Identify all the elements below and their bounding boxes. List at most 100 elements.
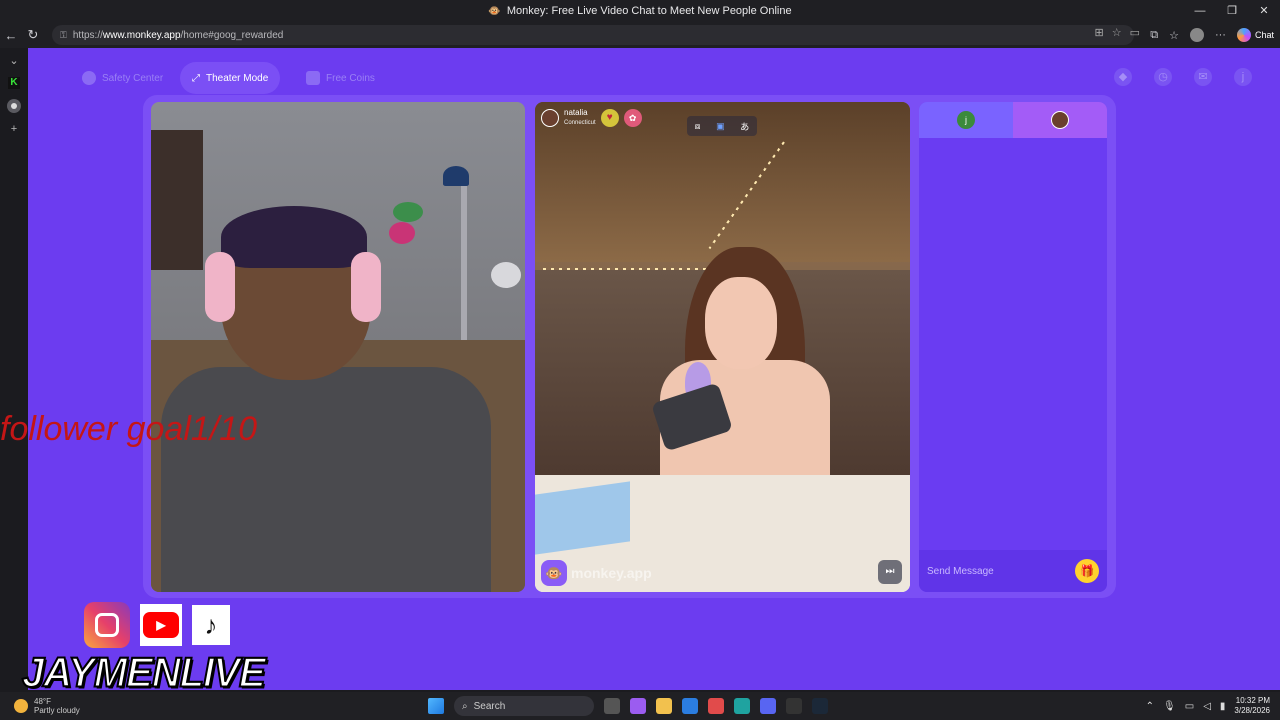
battery-icon[interactable]: ▮ [1220,701,1226,712]
weather-icon [14,699,28,713]
history-icon[interactable]: ◷ [1154,68,1172,86]
video-tools: ⧈ ▣ あ [687,116,757,136]
search-icon: ⌕ [462,700,468,712]
shield-icon [82,71,96,85]
translate-icon[interactable]: あ [740,120,749,133]
weather-desc: Partly cloudy [34,706,80,715]
message-input[interactable]: Send Message 🎁 [919,550,1107,592]
tab-indicator-icon[interactable] [7,99,21,113]
url-bar[interactable]: ⚿ https:// www.monkey.app /home#goog_rew… [52,25,1134,45]
clock-time: 10:32 PM [1235,696,1270,705]
weather-temp: 48°F [34,697,51,706]
copilot-app-icon[interactable] [630,698,646,714]
url-actions: ⊞ ☆ ▭ [1095,26,1141,39]
capture-app-icon[interactable] [708,698,724,714]
local-video [151,102,525,592]
theater-mode-button[interactable]: ⤢ Theater Mode [180,62,281,94]
camera-in-use-icon[interactable]: ▭ [1130,26,1140,39]
reload-icon[interactable]: ↻ [22,27,44,43]
profile-avatar[interactable] [1189,28,1204,42]
mail-app-icon[interactable] [682,698,698,714]
task-view-icon[interactable] [604,698,620,714]
minimize-icon[interactable]: — [1184,0,1216,22]
window-title: Monkey: Free Live Video Chat to Meet New… [506,5,792,17]
url-prefix: https:// [72,29,103,41]
site-info-icon[interactable]: ⚿ [60,30,67,41]
back-icon[interactable]: ← [0,28,22,43]
search-label: Search [473,700,506,712]
collapse-chevron-icon[interactable]: ⌄ [9,54,18,67]
safety-center-label: Safety Center [102,72,164,84]
remote-video: natalia Connecticut ♥ ✿ ⧈ ▣ あ 🐵 monkey.a… [535,102,910,592]
network-icon[interactable]: ▭ [1185,701,1194,712]
tab-match[interactable] [1013,102,1107,138]
free-coins-button[interactable]: Free Coins [294,62,387,94]
rose-gift-icon[interactable]: ✿ [623,109,642,127]
browser-toolbar: ⧉ ☆ ··· Chat [1150,22,1280,48]
restore-icon[interactable]: ❐ [1216,0,1248,22]
youtube-icon: ▶ [140,604,182,646]
match-name: natalia [564,108,588,117]
social-icons: ▶ ♪ [84,602,230,648]
window-titlebar: 🐵 Monkey: Free Live Video Chat to Meet N… [0,0,1280,22]
clock-date: 3/28/2026 [1234,706,1270,715]
streamer-name: JAYMENLIVE [21,649,267,697]
pip-icon[interactable]: ▣ [716,121,725,132]
messages-icon[interactable]: ✉ [1194,68,1212,86]
self-avatar: j [957,111,975,129]
match-tab-avatar [1051,111,1069,129]
brand-watermark: monkey.app [571,565,652,581]
favorite-star-icon[interactable]: ☆ [1112,26,1122,39]
taskbar: 48°F Partly cloudy ⌕ Search ⌃ 🎙 ▭ ◁ ▮ 10… [0,692,1280,720]
url-path: /home#goog_rewarded [180,29,284,41]
taskbar-center: ⌕ Search [428,696,828,716]
start-icon[interactable] [428,698,444,714]
monkey-logo-icon: 🐵 [541,560,567,586]
tab-self[interactable]: j [919,102,1013,138]
screenshot-icon[interactable]: ⧈ [695,121,701,132]
add-tab-icon[interactable]: + [11,123,17,135]
match-user-chip[interactable]: natalia Connecticut ♥ ✿ [541,108,642,128]
skip-next-button[interactable]: ⏭ [878,560,902,584]
kick-app-icon[interactable]: K [8,77,20,89]
message-placeholder: Send Message [927,565,994,577]
weather-widget[interactable]: 48°F Partly cloudy [14,697,80,715]
coins-icon [306,71,320,85]
copilot-chat-button[interactable]: Chat [1236,28,1274,42]
steam-icon[interactable] [812,698,828,714]
favorites-icon[interactable]: ☆ [1169,29,1179,42]
copilot-icon [1236,28,1251,42]
tray-chevron-icon[interactable]: ⌃ [1146,701,1154,712]
theater-mode-label: Theater Mode [206,72,269,84]
gift-icon[interactable]: 🎁 [1075,559,1099,583]
weather-text: 48°F Partly cloudy [34,697,80,715]
match-avatar[interactable] [541,109,559,127]
mic-icon[interactable]: 🎙 [1163,701,1176,712]
monkey-favicon-icon: 🐵 [488,5,501,17]
file-explorer-icon[interactable] [656,698,672,714]
extensions-icon[interactable]: ⧉ [1150,29,1158,42]
safety-center-button[interactable]: Safety Center [70,62,175,94]
address-row: ← ↻ ⚿ https:// www.monkey.app /home#goog… [0,22,1280,48]
follower-goal-overlay: follower goal1/10 [0,410,258,448]
gem-icon[interactable]: ◆ [1114,68,1132,86]
edge-icon[interactable] [734,698,750,714]
clock[interactable]: 10:32 PM 3/28/2026 [1234,696,1270,716]
more-menu-icon[interactable]: ··· [1215,29,1226,41]
discord-icon[interactable] [760,698,776,714]
tiktok-icon: ♪ [192,605,230,645]
like-heart-icon[interactable]: ♥ [600,109,619,127]
taskbar-search[interactable]: ⌕ Search [454,696,594,716]
user-avatar[interactable]: j [1234,68,1252,86]
url-domain: www.monkey.app [102,29,181,41]
app-available-icon[interactable]: ⊞ [1095,26,1104,39]
instagram-icon [84,602,130,648]
chat-tabs: j [919,102,1107,138]
match-location: Connecticut [564,120,596,126]
close-icon[interactable]: ✕ [1248,0,1280,22]
monkey-brand: 🐵 monkey.app [541,560,652,586]
volume-icon[interactable]: ◁ [1203,701,1211,712]
system-tray: ⌃ 🎙 ▭ ◁ ▮ 10:32 PM 3/28/2026 [1146,696,1270,716]
match-info: natalia Connecticut [564,108,596,128]
obs-icon[interactable] [786,698,802,714]
